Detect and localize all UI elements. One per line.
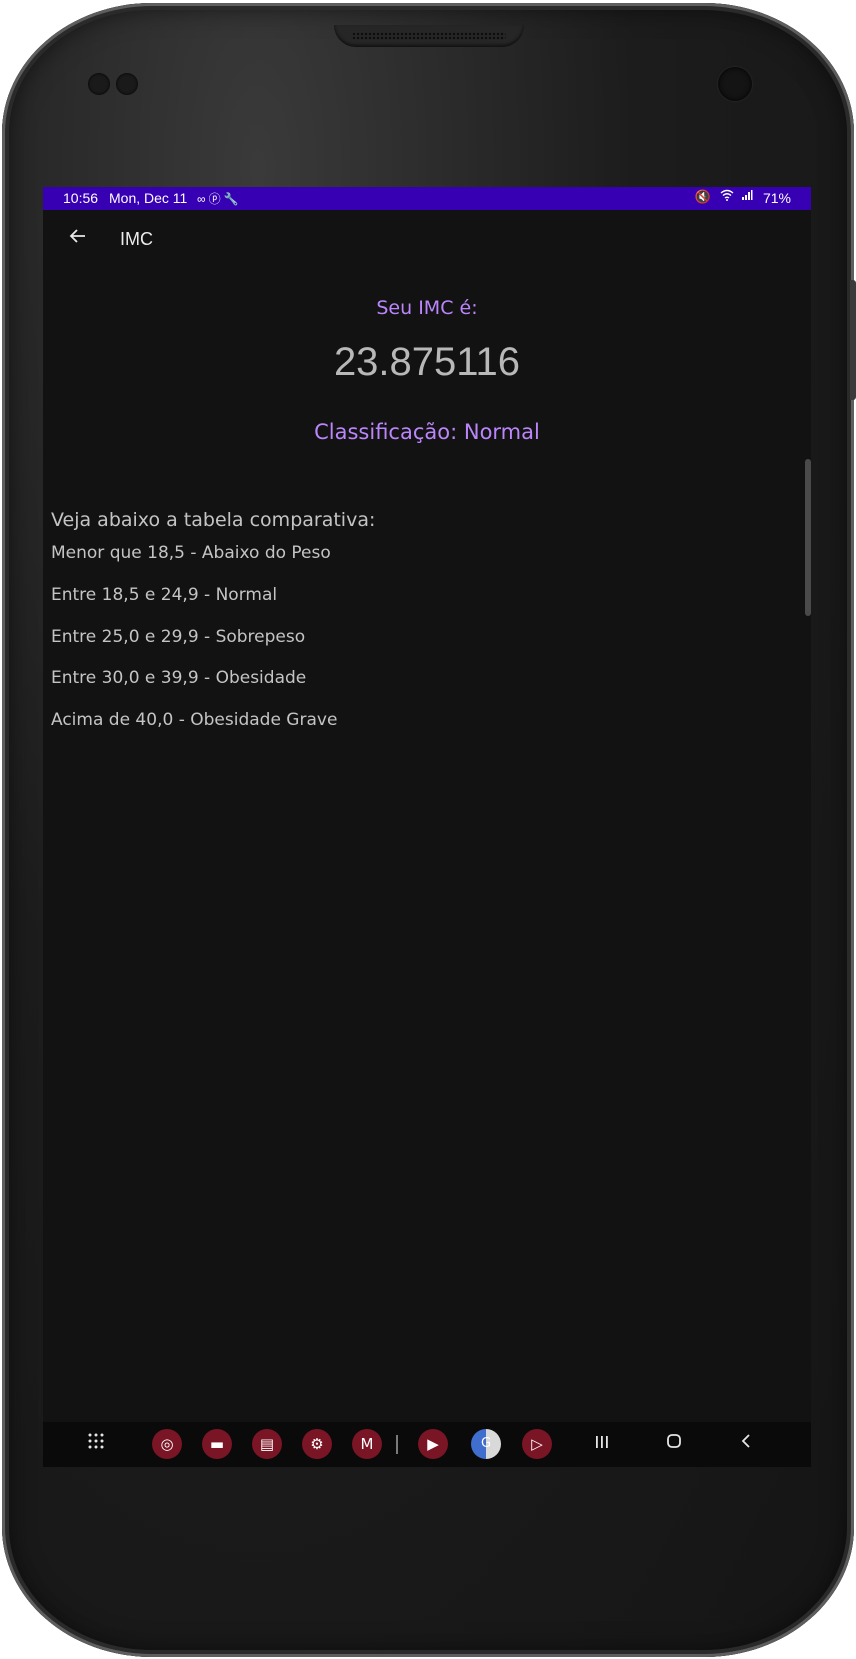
signal-icon	[741, 189, 753, 204]
notification-icons: ∞ⓟ🔧	[197, 190, 242, 207]
table-row: Entre 30,0 e 39,9 - Obesidade	[51, 668, 307, 688]
power-button	[850, 280, 856, 400]
front-camera	[718, 67, 752, 101]
notes-icon[interactable]: ▤	[252, 1429, 282, 1459]
infinity-icon: ∞	[197, 192, 209, 206]
chrome-icon[interactable]: ◎	[152, 1429, 182, 1459]
google-translate-icon[interactable]: G	[471, 1429, 501, 1459]
status-date: Mon, Dec 11	[109, 190, 188, 206]
scrollbar[interactable]	[805, 459, 811, 616]
light-sensor	[116, 73, 138, 95]
table-row: Acima de 40,0 - Obesidade Grave	[51, 710, 338, 730]
imc-classification: Classificação: Normal	[314, 420, 540, 444]
nav-divider	[396, 1435, 398, 1454]
table-row: Entre 18,5 e 24,9 - Normal	[51, 585, 278, 605]
status-time: 10:56	[63, 190, 99, 206]
app-bar: IMC	[43, 210, 811, 272]
battery-level: 71%	[762, 190, 791, 206]
play-store-icon[interactable]: ▷	[522, 1429, 552, 1459]
table-row: Menor que 18,5 - Abaixo do Peso	[51, 543, 331, 563]
wifi-icon	[720, 189, 741, 204]
arrow-left-icon[interactable]	[63, 224, 93, 254]
mute-icon: 🔇	[694, 189, 714, 204]
imc-label: Seu IMC é:	[376, 297, 478, 319]
device-screen: 10:56 Mon, Dec 11 ∞ⓟ🔧 🔇 71% IMC Seu IMC …	[43, 187, 811, 1467]
home-icon[interactable]	[659, 1429, 689, 1459]
system-status-icons: 🔇	[695, 189, 753, 205]
proximity-sensor	[88, 73, 110, 95]
files-icon[interactable]: ▬	[202, 1429, 232, 1459]
speaker-grille	[352, 32, 506, 40]
youtube-icon[interactable]: ▶	[418, 1429, 448, 1459]
gmail-icon[interactable]: M	[352, 1429, 382, 1459]
wrench-icon: 🔧	[223, 192, 242, 206]
imc-value: 23.875116	[333, 340, 521, 384]
pinterest-icon: ⓟ	[208, 192, 224, 206]
table-row: Entre 25,0 e 29,9 - Sobrepeso	[51, 627, 306, 647]
navigation-bar: ◎ ▬ ▤ ⚙ M ▶ G ▷	[43, 1422, 811, 1467]
page-title: IMC	[120, 229, 153, 249]
back-icon[interactable]	[731, 1429, 761, 1459]
table-title: Veja abaixo a tabela comparativa:	[51, 509, 376, 531]
settings-icon[interactable]: ⚙	[302, 1429, 332, 1459]
recents-icon[interactable]	[587, 1429, 617, 1459]
status-bar: 10:56 Mon, Dec 11 ∞ⓟ🔧 🔇 71%	[43, 187, 811, 210]
apps-grid-icon[interactable]	[81, 1429, 111, 1459]
